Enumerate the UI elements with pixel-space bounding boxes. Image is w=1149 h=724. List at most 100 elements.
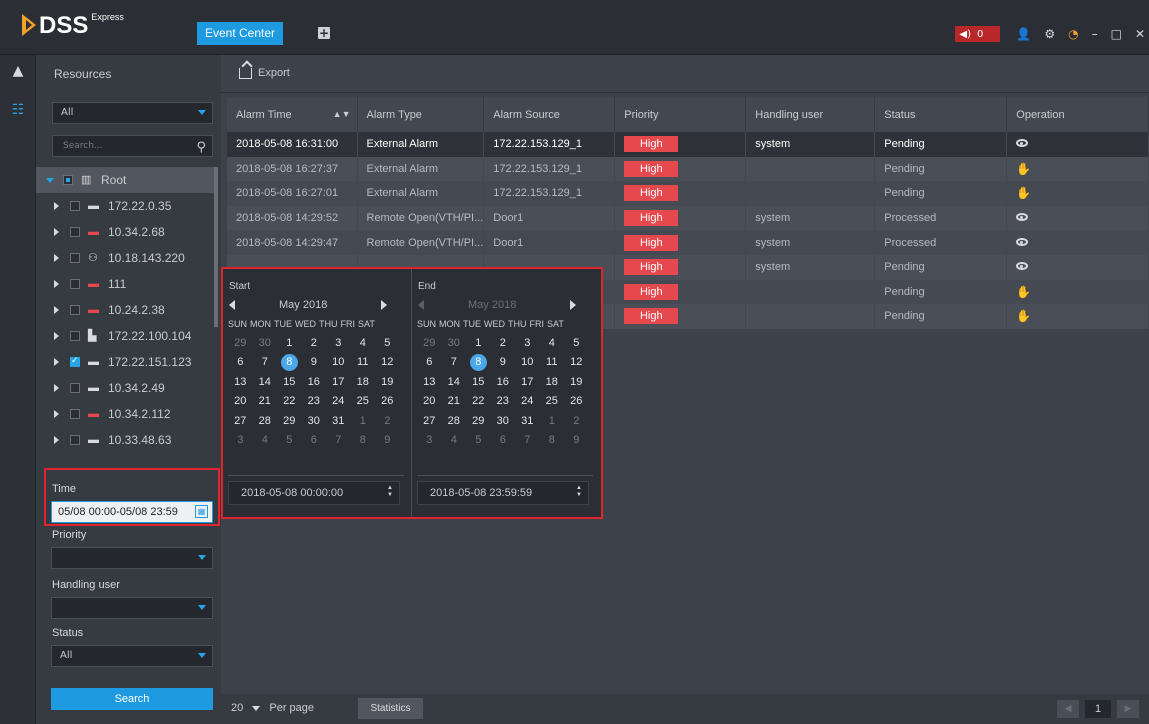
day-cell[interactable]: 24 — [515, 395, 540, 407]
day-cell[interactable]: 9 — [491, 356, 516, 368]
tree-node[interactable]: ▬ 10.34.2.112 — [36, 401, 218, 427]
table-row[interactable]: 2018-05-08 14:29:47 Remote Open(VTH/PI...… — [227, 230, 1149, 255]
day-cell[interactable]: 3 — [515, 337, 540, 349]
chevron-right-icon[interactable] — [54, 254, 59, 262]
tree-node[interactable]: ▙ 172.22.100.104 — [36, 323, 218, 349]
end-time-input[interactable]: 2018-05-08 23:59:59 ▲ ▼ — [417, 481, 589, 505]
day-cell[interactable]: 6 — [228, 356, 253, 368]
next-month-icon[interactable] — [381, 300, 387, 310]
day-cell[interactable]: 19 — [375, 376, 400, 388]
day-cell[interactable]: 23 — [491, 395, 516, 407]
time-range-input[interactable]: 05/08 00:00-05/08 23:59 ▦ — [51, 501, 213, 523]
day-cell[interactable]: 24 — [326, 395, 351, 407]
day-cell[interactable]: 7 — [515, 434, 540, 446]
operation-cell[interactable]: ✋ — [1006, 304, 1149, 329]
day-cell[interactable]: 9 — [302, 356, 327, 368]
prev-month-icon[interactable] — [418, 300, 424, 310]
tree-node[interactable]: ▬ 111 — [36, 271, 218, 297]
day-cell[interactable]: 30 — [442, 337, 467, 349]
tree-checkbox[interactable] — [70, 355, 80, 367]
tree-checkbox[interactable] — [70, 279, 80, 289]
prev-month-icon[interactable] — [229, 300, 235, 310]
operation-cell[interactable] — [1006, 230, 1149, 255]
day-cell[interactable]: 21 — [253, 395, 278, 407]
day-cell[interactable]: 29 — [277, 415, 302, 427]
day-cell[interactable]: 9 — [375, 434, 400, 446]
day-cell[interactable]: 13 — [228, 376, 253, 388]
tree-checkbox[interactable] — [70, 305, 80, 315]
handling-user-select[interactable] — [51, 597, 213, 619]
start-time-input[interactable]: 2018-05-08 00:00:00 ▲ ▼ — [228, 481, 400, 505]
day-cell[interactable]: 2 — [302, 337, 327, 349]
export-button[interactable]: Export — [239, 67, 290, 79]
day-cell[interactable]: 14 — [442, 376, 467, 388]
tree-node[interactable]: ⚇ 10.18.143.220 — [36, 245, 218, 271]
day-cell[interactable]: 7 — [442, 356, 467, 368]
operation-cell[interactable] — [1006, 132, 1149, 157]
spinner-icon[interactable]: ▲ ▼ — [387, 485, 393, 499]
chevron-down-icon[interactable] — [46, 177, 54, 183]
chevron-right-icon[interactable] — [54, 332, 59, 340]
day-cell[interactable]: 25 — [540, 395, 565, 407]
day-cell[interactable]: 12 — [375, 356, 400, 368]
day-cell[interactable]: 27 — [228, 415, 253, 427]
day-cell[interactable]: 16 — [302, 376, 327, 388]
status-select[interactable]: All — [51, 645, 213, 667]
day-cell[interactable]: 10 — [326, 356, 351, 368]
tree-checkbox[interactable] — [70, 201, 80, 211]
col-alarm-time[interactable]: Alarm Time ▲▼ — [227, 97, 358, 132]
day-cell[interactable]: 15 — [466, 376, 491, 388]
col-status[interactable]: Status — [874, 97, 1008, 132]
day-cell[interactable]: 7 — [326, 434, 351, 446]
search-icon[interactable]: ⚲ — [196, 138, 206, 158]
close-icon[interactable]: ✕ — [1135, 27, 1145, 41]
day-cell[interactable]: 11 — [351, 356, 376, 368]
selected-day[interactable]: 8 — [466, 353, 491, 371]
day-cell[interactable]: 30 — [491, 415, 516, 427]
day-cell[interactable]: 11 — [540, 356, 565, 368]
operation-cell[interactable]: ✋ — [1006, 156, 1149, 182]
day-cell[interactable]: 22 — [277, 395, 302, 407]
handle-icon[interactable]: ✋ — [1016, 162, 1031, 176]
selected-day[interactable]: 8 — [277, 353, 302, 371]
day-cell[interactable]: 8 — [351, 434, 376, 446]
day-cell[interactable]: 3 — [228, 434, 253, 446]
day-cell[interactable]: 18 — [540, 376, 565, 388]
operation-cell[interactable]: ✋ — [1006, 279, 1149, 305]
day-cell[interactable]: 25 — [351, 395, 376, 407]
tree-node[interactable]: ▬ 172.22.0.35 — [36, 193, 218, 219]
day-cell[interactable]: 3 — [417, 434, 442, 446]
day-cell[interactable]: 4 — [442, 434, 467, 446]
day-cell[interactable]: 14 — [253, 376, 278, 388]
col-alarm-source[interactable]: Alarm Source — [483, 97, 616, 132]
tab-event-center[interactable]: Event Center — [197, 22, 283, 45]
handle-icon[interactable]: ✋ — [1016, 186, 1031, 200]
view-icon[interactable] — [1016, 262, 1029, 271]
day-cell[interactable]: 17 — [326, 376, 351, 388]
plus-icon[interactable]: + — [318, 27, 330, 39]
next-page-icon[interactable]: ▶ — [1117, 700, 1139, 718]
tree-node[interactable]: ▥ Root — [36, 167, 218, 193]
chevron-right-icon[interactable] — [54, 228, 59, 236]
day-cell[interactable]: 19 — [564, 376, 589, 388]
operation-cell[interactable] — [1006, 254, 1149, 280]
sort-icon[interactable]: ▲▼ — [333, 109, 351, 119]
day-cell[interactable]: 31 — [515, 415, 540, 427]
tree-node[interactable]: ▬ 10.34.2.68 — [36, 219, 218, 245]
table-row[interactable]: 2018-05-08 16:27:37 External Alarm 172.22.… — [227, 156, 1149, 182]
table-row[interactable]: 2018-05-08 16:31:00 External Alarm 172.22.… — [227, 132, 1149, 157]
chevron-right-icon[interactable] — [54, 436, 59, 444]
prev-page-icon[interactable]: ◀ — [1057, 700, 1079, 718]
day-cell[interactable]: 28 — [253, 415, 278, 427]
tree-checkbox[interactable] — [70, 383, 80, 393]
day-cell[interactable]: 2 — [491, 337, 516, 349]
statistics-button[interactable]: Statistics — [358, 698, 423, 719]
warning-icon[interactable]: ▲ — [9, 62, 27, 80]
col-operation[interactable]: Operation — [1006, 97, 1149, 132]
col-priority[interactable]: Priority — [614, 97, 747, 132]
alarm-indicator[interactable]: ◀) 0 — [955, 26, 1001, 42]
operation-cell[interactable]: ✋ — [1006, 181, 1149, 206]
priority-select[interactable] — [51, 547, 213, 569]
col-handling-user[interactable]: Handling user — [745, 97, 876, 132]
tree-node[interactable]: ▬ 172.22.151.123 — [36, 349, 218, 375]
